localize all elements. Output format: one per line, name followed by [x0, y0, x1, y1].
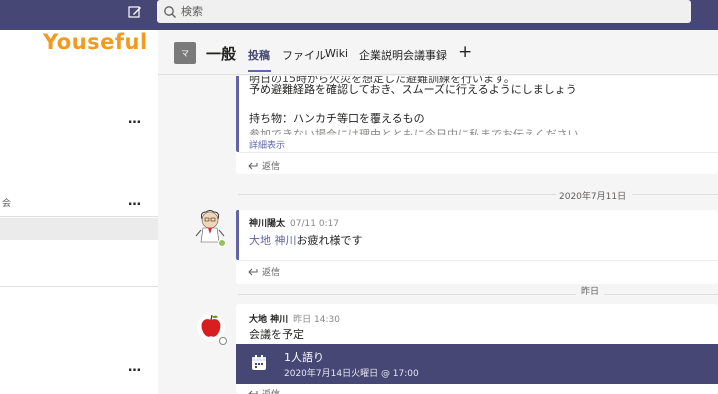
message-list: 明日の15時から火災を想定した避難訓練を行います。 予め避難経路を確認しておき、… [158, 76, 718, 394]
tab-files[interactable]: ファイル [282, 47, 326, 63]
message-accent [236, 210, 239, 260]
message-author: 神川陽太 [249, 219, 286, 229]
reply-icon [248, 268, 258, 275]
reply-icon [248, 390, 258, 394]
more-options-button[interactable]: … [128, 112, 142, 127]
date-separator: 昨日 [581, 287, 600, 297]
tab-wiki[interactable]: Wiki [325, 47, 348, 60]
message-time: 07/11 0:17 [290, 219, 340, 229]
tab-posts[interactable]: 投稿 [248, 47, 270, 63]
message-author: 大地 神川 [249, 315, 289, 325]
message-text: 持ち物：ハンカチ等口を覆えるもの [249, 112, 425, 125]
more-options-button[interactable]: … [128, 360, 142, 375]
divider [0, 216, 158, 217]
message-text: 会議を予定 [249, 328, 304, 341]
divider [0, 286, 158, 287]
more-options-button[interactable]: … [128, 194, 142, 209]
reply-label: 返信 [262, 268, 281, 278]
user-mention[interactable]: 大地 神川 [249, 234, 297, 247]
meeting-date: 2020年7月14日火曜日 @ 17:00 [284, 369, 419, 379]
tab-meeting-minutes[interactable]: 企業説明会議事録 [359, 47, 447, 63]
presence-indicator [219, 337, 227, 345]
divider [239, 152, 718, 153]
message-header: 大地 神川 昨日 14:30 [249, 312, 340, 325]
message-accent [236, 76, 239, 152]
reply-button[interactable]: 返信 [248, 159, 280, 172]
message-body: お疲れ様です [296, 234, 363, 247]
left-panel: Youseful … 会 … … [0, 30, 158, 394]
divider [238, 194, 556, 195]
calendar-icon [252, 355, 266, 370]
youseful-logo: Youseful [43, 30, 148, 54]
reply-label: 返信 [262, 162, 281, 172]
reply-button[interactable]: 返信 [248, 265, 280, 278]
top-header-bar [0, 0, 718, 30]
divider [238, 294, 576, 295]
add-tab-button[interactable]: + [458, 42, 472, 62]
reply-label: 返信 [262, 387, 280, 394]
message-card: 神川陽太 07/11 0:17 大地 神川お疲れ様です 返信 [236, 210, 718, 284]
message-text: 大地 神川お疲れ様です [249, 232, 363, 248]
truncated-label: 会 [2, 199, 12, 209]
search-box[interactable] [157, 0, 691, 23]
user-avatar[interactable] [194, 210, 226, 247]
channel-header: マ 一般 投稿 ファイル Wiki 企業説明会議事録 + [158, 30, 718, 75]
divider [604, 294, 718, 295]
active-tab-indicator [248, 70, 271, 72]
team-avatar: マ [174, 42, 196, 64]
message-text: 参加できない場合には理由とともに今日中に私までお伝えください [249, 128, 579, 135]
message-time: 昨日 14:30 [293, 315, 340, 325]
divider [632, 194, 718, 195]
reply-button[interactable]: 返信 [248, 387, 280, 394]
date-separator: 2020年7月11日 [559, 192, 627, 202]
meeting-card[interactable]: 1人語り 2020年7月14日火曜日 @ 17:00 [236, 344, 718, 384]
message-card: 明日の15時から火災を想定した避難訓練を行います。 予め避難経路を確認しておき、… [236, 76, 718, 174]
divider [239, 260, 718, 261]
show-details-link[interactable]: 詳細表示 [249, 138, 285, 151]
channel-name: 一般 [206, 45, 237, 63]
search-input[interactable] [181, 5, 381, 18]
search-icon [164, 5, 176, 18]
compose-icon[interactable] [126, 3, 144, 21]
user-avatar[interactable] [196, 312, 227, 345]
presence-indicator [218, 239, 226, 247]
message-header: 神川陽太 07/11 0:17 [249, 216, 339, 229]
reply-icon [248, 162, 258, 169]
message-text: 予め避難経路を確認しておき、スムーズに行えるようにしましょう [249, 83, 577, 96]
meeting-title: 1人語り [284, 351, 324, 364]
selected-channel-row[interactable] [0, 218, 158, 240]
